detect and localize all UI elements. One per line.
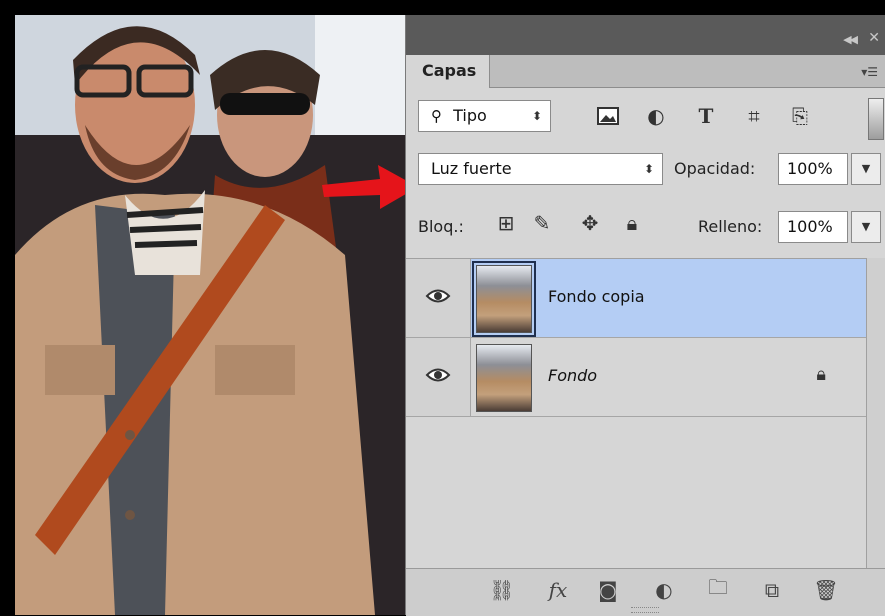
filter-kind-select[interactable]: ⚲ Tipo ⬍ bbox=[418, 100, 551, 132]
layers-list: Fondo copia Fondo 🔒︎ bbox=[406, 258, 866, 569]
blend-mode-value: Luz fuerte bbox=[431, 159, 512, 178]
panel-tab-row: Capas ▾☰ bbox=[406, 55, 885, 88]
lock-row: Bloq.: ⊞ ✎ ✥ 🔒︎ Relleno: 100% ▼ bbox=[406, 205, 885, 253]
filter-toggle[interactable] bbox=[868, 98, 884, 140]
lock-all-icon[interactable]: 🔒︎ bbox=[620, 211, 644, 235]
fill-label: Relleno: bbox=[698, 217, 763, 236]
shape-icon[interactable]: ⌗ bbox=[740, 102, 768, 130]
select-arrows-icon: ⬍ bbox=[531, 109, 542, 123]
new-layer-icon[interactable]: ⧉ bbox=[758, 577, 786, 603]
fill-input[interactable]: 100% bbox=[778, 211, 848, 243]
layers-panel: ◀◀ ✕ Capas ▾☰ ⚲ Tipo ⬍ ◐ T ⌗ ⎘ Luz fuert… bbox=[405, 15, 885, 616]
fill-dropdown[interactable]: ▼ bbox=[851, 211, 881, 243]
smart-object-icon[interactable]: ⎘ bbox=[786, 102, 814, 130]
background-photo bbox=[15, 15, 415, 615]
layer-thumbnail[interactable] bbox=[476, 344, 532, 412]
layer-row-fondo[interactable]: Fondo 🔒︎ bbox=[406, 338, 866, 417]
eye-icon[interactable] bbox=[424, 285, 452, 307]
eye-icon[interactable] bbox=[424, 364, 452, 386]
collapse-icon[interactable]: ◀◀ bbox=[843, 33, 858, 46]
layer-thumbnail[interactable] bbox=[472, 261, 536, 337]
tab-capas[interactable]: Capas bbox=[406, 55, 490, 88]
adjustment-layer-icon[interactable]: ◐ bbox=[650, 577, 678, 603]
type-icon[interactable]: T bbox=[692, 102, 720, 130]
lock-position-icon[interactable]: ✥ bbox=[578, 211, 602, 235]
layer-row-fondo-copia[interactable]: Fondo copia bbox=[406, 259, 866, 338]
blend-row: Luz fuerte ⬍ Opacidad: 100% ▼ bbox=[406, 145, 885, 195]
opacity-input[interactable]: 100% bbox=[778, 153, 848, 185]
visibility-cell bbox=[406, 259, 471, 337]
lock-transparency-icon[interactable]: ⊞ bbox=[494, 211, 518, 235]
layers-scrollbar[interactable] bbox=[866, 258, 885, 568]
opacity-dropdown[interactable]: ▼ bbox=[851, 153, 881, 185]
adjustment-icon[interactable]: ◐ bbox=[642, 102, 670, 130]
lock-label: Bloq.: bbox=[418, 217, 464, 236]
folder-icon[interactable]: 🗀 bbox=[704, 575, 732, 603]
select-arrows-icon: ⬍ bbox=[643, 162, 654, 176]
layer-name[interactable]: Fondo copia bbox=[548, 287, 645, 306]
image-icon[interactable] bbox=[594, 102, 622, 130]
fx-icon[interactable]: fx bbox=[544, 577, 572, 603]
layer-lock-icon[interactable]: 🔒︎ bbox=[816, 364, 826, 385]
opacity-label: Opacidad: bbox=[674, 159, 756, 178]
panel-titlebar: ◀◀ ✕ bbox=[406, 15, 885, 55]
screenshot-frame: ◀◀ ✕ Capas ▾☰ ⚲ Tipo ⬍ ◐ T ⌗ ⎘ Luz fuert… bbox=[0, 0, 885, 616]
filter-row: ⚲ Tipo ⬍ ◐ T ⌗ ⎘ bbox=[406, 90, 885, 142]
visibility-cell bbox=[406, 338, 471, 416]
panel-menu-icon[interactable]: ▾☰ bbox=[861, 65, 878, 79]
trash-icon[interactable]: 🗑︎ bbox=[812, 577, 840, 603]
search-icon: ⚲ bbox=[431, 107, 442, 125]
filter-kind-value: Tipo bbox=[453, 106, 487, 125]
link-icon[interactable]: ⛓ bbox=[488, 577, 516, 603]
panel-footer: ⛓ fx ◙ ◐ 🗀 ⧉ 🗑︎ bbox=[406, 568, 885, 616]
resize-grip[interactable] bbox=[631, 607, 659, 613]
close-icon[interactable]: ✕ bbox=[868, 30, 880, 46]
layer-name[interactable]: Fondo bbox=[548, 366, 597, 385]
mask-icon[interactable]: ◙ bbox=[594, 577, 622, 603]
blend-mode-select[interactable]: Luz fuerte ⬍ bbox=[418, 153, 663, 185]
lock-paint-icon[interactable]: ✎ bbox=[530, 211, 554, 235]
